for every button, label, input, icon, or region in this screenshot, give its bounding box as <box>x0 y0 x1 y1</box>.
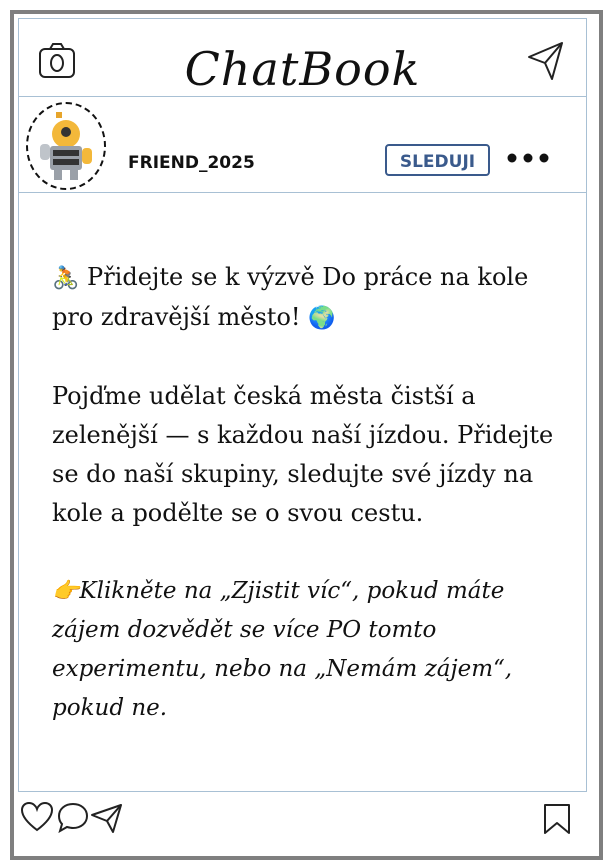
username[interactable]: FRIEND_2025 <box>128 153 255 173</box>
more-dots-icon[interactable] <box>506 152 550 164</box>
avatar[interactable] <box>26 102 106 190</box>
app-header: ChatBook <box>18 18 587 97</box>
heart-icon[interactable] <box>20 801 54 833</box>
pointing-hand-emoji-icon: 👉 <box>52 579 80 604</box>
bike-emoji-icon: 🚴 <box>52 266 80 291</box>
send-icon[interactable] <box>526 40 566 82</box>
follow-button[interactable]: SLEDUJI <box>385 144 490 176</box>
post-paragraph-main: Pojďme udělat česká města čistší a zelen… <box>52 382 554 527</box>
post-paragraph-intro: 🚴 Přidejte se k výzvě Do práce na kole p… <box>52 258 562 338</box>
send-icon[interactable] <box>90 802 124 834</box>
bookmark-icon[interactable] <box>542 803 572 835</box>
post-body: 🚴 Přidejte se k výzvě Do práce na kole p… <box>52 258 562 728</box>
robot-avatar-icon <box>40 112 92 180</box>
comment-icon[interactable] <box>56 801 90 833</box>
post-intro-text: Přidejte se k výzvě Do práce na kole pro… <box>52 263 529 331</box>
post-paragraph-cta: 👉Klikněte na „Zjistit víc“, pokud máte z… <box>52 572 562 728</box>
globe-emoji-icon: 🌍 <box>308 306 336 331</box>
profile-row: FRIEND_2025 SLEDUJI <box>18 96 587 193</box>
post-cta-text: Klikněte na „Zjistit víc“, pokud máte zá… <box>52 578 513 721</box>
app-title: ChatBook <box>184 42 421 96</box>
action-bar <box>18 796 587 846</box>
